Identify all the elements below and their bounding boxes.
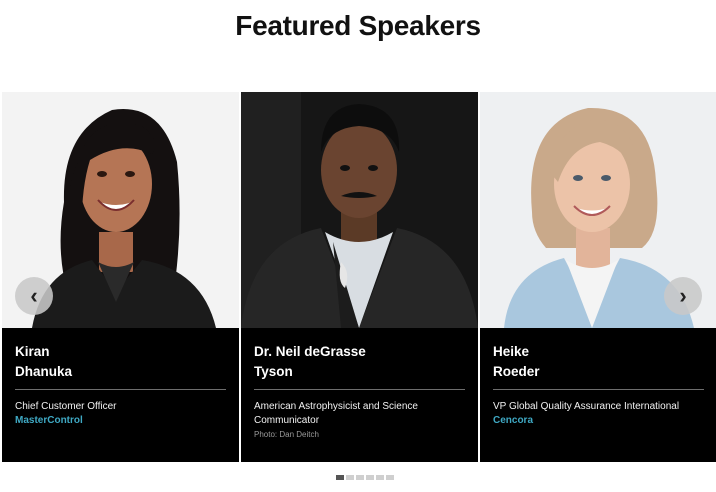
carousel-dot[interactable] [346, 475, 354, 480]
speaker-first-name: Heike [493, 344, 530, 359]
carousel-dot[interactable] [366, 475, 374, 480]
divider [493, 389, 704, 390]
carousel-dot[interactable] [386, 475, 394, 480]
divider [254, 389, 465, 390]
chevron-left-icon: ‹ [30, 283, 38, 308]
speaker-company: Cencora [493, 415, 534, 426]
speaker-role: VP Global Quality Assurance Internationa… [493, 401, 680, 412]
speaker-name: Kiran Dhanuka [15, 342, 175, 382]
chevron-right-icon: › [679, 283, 687, 308]
speaker-name: Dr. Neil deGrasse Tyson [254, 342, 414, 382]
carousel-next-button[interactable]: › [664, 277, 702, 315]
carousel-dot[interactable] [336, 475, 344, 480]
speaker-info: Dr. Neil deGrasse Tyson American Astroph… [241, 328, 478, 462]
speaker-first-name: Dr. Neil deGrasse [254, 344, 366, 359]
speaker-info: Kiran Dhanuka Chief Customer Officer Mas… [2, 328, 239, 462]
speaker-name: Heike Roeder [493, 342, 653, 382]
speaker-last-name: Roeder [493, 364, 540, 379]
speaker-first-name: Kiran [15, 344, 50, 359]
carousel-pagination [336, 475, 394, 480]
photo-credit: Photo: Dan Deitch [254, 430, 319, 439]
speaker-role: Chief Customer Officer [15, 401, 117, 412]
speaker-photo [241, 92, 478, 328]
speaker-info: Heike Roeder VP Global Quality Assurance… [480, 328, 716, 462]
divider [15, 389, 226, 390]
carousel-dot[interactable] [356, 475, 364, 480]
speaker-company: MasterControl [15, 415, 83, 426]
page-title: Featured Speakers [235, 10, 481, 41]
speaker-role: American Astrophysicist and Science Comm… [254, 401, 418, 426]
speaker-carousel: Kiran Dhanuka Chief Customer Officer Mas… [2, 92, 716, 462]
speaker-last-name: Dhanuka [15, 364, 73, 379]
carousel-dot[interactable] [376, 475, 384, 480]
speaker-card[interactable]: Dr. Neil deGrasse Tyson American Astroph… [241, 92, 478, 462]
speaker-last-name: Tyson [254, 364, 293, 379]
carousel-prev-button[interactable]: ‹ [15, 277, 53, 315]
